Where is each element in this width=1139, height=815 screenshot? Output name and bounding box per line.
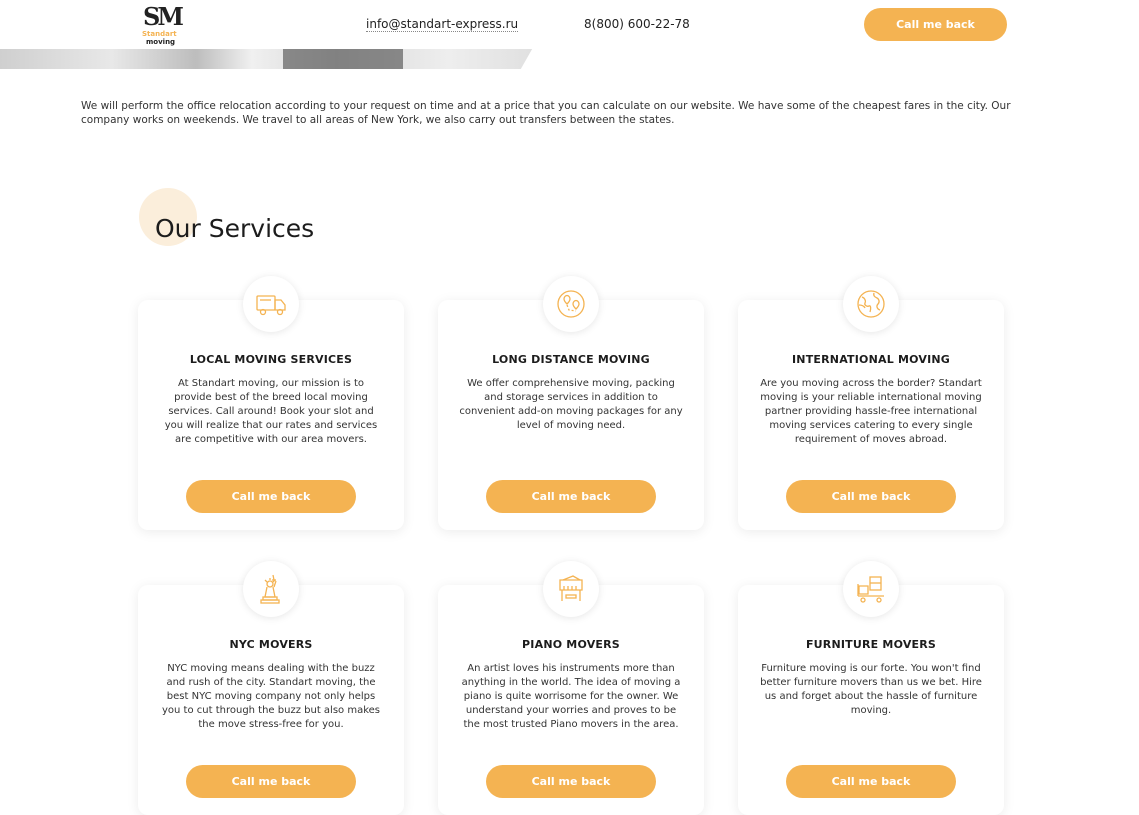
service-description: Furniture moving is our forte. You won't…	[760, 663, 982, 716]
call-back-button[interactable]: Call me back	[186, 480, 356, 513]
service-card-long-distance: LONG DISTANCE MOVING We offer comprehens…	[438, 276, 704, 530]
site-header: SM Standart moving info@standart-express…	[0, 0, 1139, 49]
service-description: Are you moving across the border? Standa…	[760, 378, 982, 445]
service-title: PIANO MOVERS	[522, 638, 620, 651]
service-card-nyc: NYC MOVERS NYC moving means dealing with…	[138, 561, 404, 815]
call-back-button[interactable]: Call me back	[786, 480, 956, 513]
logo[interactable]: SM Standart moving	[140, 2, 184, 46]
service-title: LONG DISTANCE MOVING	[492, 353, 650, 366]
logo-mark: SM	[143, 2, 184, 31]
globe-icon	[843, 276, 899, 332]
call-back-button[interactable]: Call me back	[486, 765, 656, 798]
intro-paragraph: We will perform the office relocation ac…	[81, 99, 1011, 126]
header-call-back-button[interactable]: Call me back	[864, 8, 1007, 41]
hero-image-shadow	[283, 48, 403, 69]
furniture-cart-icon	[843, 561, 899, 617]
statue-of-liberty-icon	[243, 561, 299, 617]
service-title: NYC MOVERS	[229, 638, 313, 651]
phone-number[interactable]: 8(800) 600-22-78	[584, 17, 690, 31]
service-card-local: LOCAL MOVING SERVICES At Standart moving…	[138, 276, 404, 530]
service-description: We offer comprehensive moving, packing a…	[459, 378, 683, 431]
service-description: NYC moving means dealing with the buzz a…	[162, 663, 380, 730]
logo-word-standart: Standart	[142, 30, 177, 38]
email-link[interactable]: info@standart-express.ru	[366, 17, 519, 32]
call-back-button[interactable]: Call me back	[186, 765, 356, 798]
truck-icon	[243, 276, 299, 332]
call-back-button[interactable]: Call me back	[486, 480, 656, 513]
logo-word-moving: moving	[146, 38, 176, 46]
service-card-international: INTERNATIONAL MOVING Are you moving acro…	[738, 276, 1004, 530]
service-description: An artist loves his instruments more tha…	[461, 663, 681, 730]
section-title: Our Services	[155, 214, 315, 243]
call-back-button[interactable]: Call me back	[786, 765, 956, 798]
piano-icon	[543, 561, 599, 617]
service-title: INTERNATIONAL MOVING	[792, 353, 950, 366]
service-title: FURNITURE MOVERS	[805, 638, 937, 651]
service-card-furniture: FURNITURE MOVERS Furniture moving is our…	[738, 561, 1004, 815]
service-title: LOCAL MOVING SERVICES	[189, 353, 353, 366]
route-map-icon	[543, 276, 599, 332]
service-description: At Standart moving, our mission is to pr…	[164, 378, 378, 445]
service-card-piano: PIANO MOVERS An artist loves his instrum…	[438, 561, 704, 815]
